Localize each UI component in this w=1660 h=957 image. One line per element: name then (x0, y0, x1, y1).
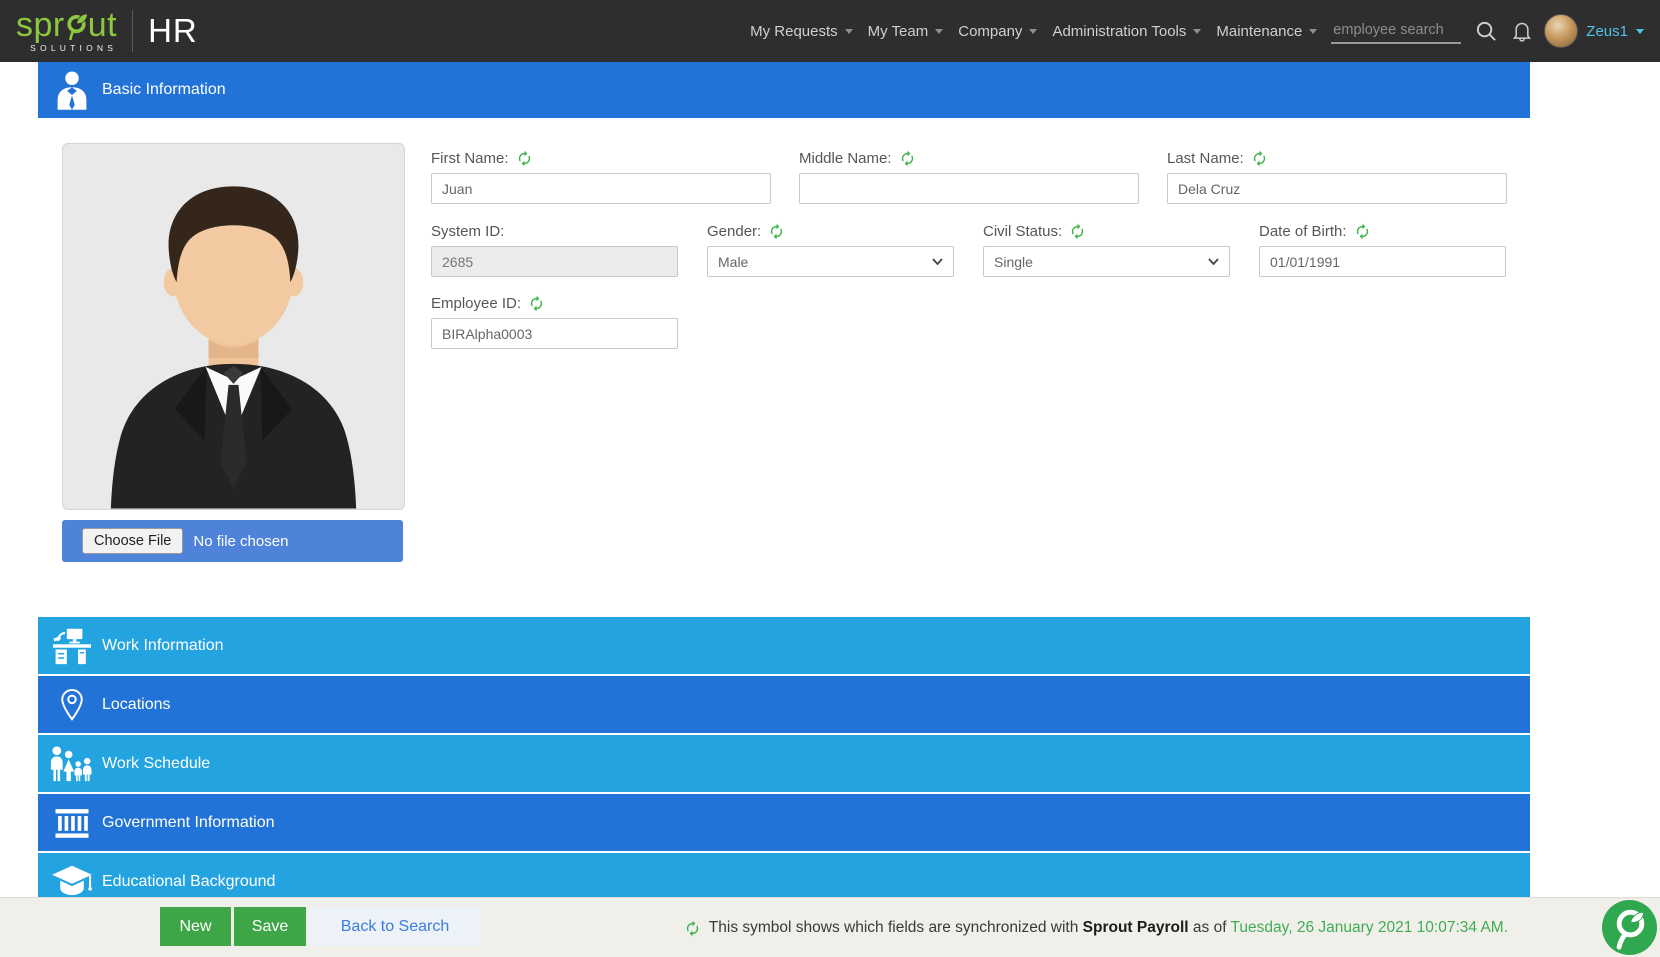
employee-photo (62, 143, 405, 510)
sync-icon (768, 223, 785, 240)
date-of-birth-label: Date of Birth: (1259, 223, 1347, 240)
chevron-down-icon (845, 29, 853, 34)
section-locations[interactable]: Locations (38, 676, 1530, 733)
sprout-logo: sprut SOLUTIONS (16, 9, 117, 53)
sync-icon (516, 150, 533, 167)
user-menu[interactable]: Zeus1 (1544, 14, 1644, 48)
section-work-schedule[interactable]: Work Schedule (38, 735, 1530, 792)
sprout-leaf-icon (65, 10, 88, 40)
sync-icon (899, 150, 916, 167)
gender-select[interactable]: Male (707, 246, 954, 277)
employee-id-input[interactable] (431, 318, 678, 349)
user-avatar (1544, 14, 1578, 48)
last-name-input[interactable] (1167, 173, 1507, 204)
nav-item-company[interactable]: Company (958, 23, 1037, 40)
chevron-down-icon (935, 29, 943, 34)
section-title: Work Schedule (102, 755, 210, 773)
back-to-search-link[interactable]: Back to Search (309, 907, 481, 946)
sync-note-date: Tuesday, 26 January 2021 10:07:34 AM. (1231, 919, 1508, 936)
product-name: HR (148, 12, 198, 50)
employee-id-field: Employee ID: (431, 293, 678, 349)
nav-menu: My Requests My Team Company Administrati… (750, 23, 1317, 40)
section-basic-information[interactable]: Basic Information (38, 62, 1530, 118)
family-icon (50, 745, 94, 783)
civil-status-label: Civil Status: (983, 223, 1062, 240)
search-icon[interactable] (1475, 20, 1498, 43)
footer-bar: New Save Back to Search This symbol show… (0, 897, 1660, 957)
new-button[interactable]: New (160, 907, 231, 946)
sprout-wordmark: sprut (16, 9, 117, 41)
map-pin-icon (50, 685, 94, 725)
save-button[interactable]: Save (234, 907, 306, 946)
employee-id-label: Employee ID: (431, 295, 521, 312)
chevron-down-icon (1309, 29, 1317, 34)
employee-search-input[interactable] (1331, 18, 1461, 44)
civil-status-field: Civil Status: Single (983, 221, 1230, 277)
system-id-label: System ID: (431, 223, 504, 240)
chevron-down-icon (1029, 29, 1037, 34)
last-name-label: Last Name: (1167, 150, 1244, 167)
chevron-down-icon (1636, 29, 1644, 34)
chevron-down-icon (1208, 258, 1219, 265)
sync-icon (684, 920, 701, 937)
bell-icon[interactable] (1512, 20, 1532, 42)
choose-file-button[interactable]: Choose File (82, 528, 183, 554)
sync-icon (528, 295, 545, 312)
date-of-birth-input[interactable] (1259, 246, 1506, 277)
employee-avatar-image (63, 144, 404, 509)
system-id-field: System ID: (431, 221, 678, 277)
sprout-hr-logo[interactable]: sprut SOLUTIONS HR (16, 9, 198, 53)
brand-text-end: ut (88, 9, 117, 41)
nav-item-administration-tools[interactable]: Administration Tools (1052, 23, 1201, 40)
sprout-chat-icon (1601, 899, 1658, 956)
person-tie-icon (50, 69, 94, 111)
top-navbar: sprut SOLUTIONS HR My Requests My Team C… (0, 0, 1660, 62)
section-title: Government Information (102, 814, 275, 832)
middle-name-input[interactable] (799, 173, 1139, 204)
middle-name-field: Middle Name: (799, 148, 1139, 204)
logo-divider (132, 10, 133, 52)
section-title: Educational Background (102, 873, 275, 891)
nav-item-my-team[interactable]: My Team (868, 23, 944, 40)
no-file-chosen-text: No file chosen (193, 533, 288, 550)
section-title: Work Information (102, 637, 224, 655)
payroll-sync-note: This symbol shows which fields are synch… (684, 898, 1508, 957)
desk-icon (50, 627, 94, 665)
sync-icon (1251, 150, 1268, 167)
gender-label: Gender: (707, 223, 761, 240)
chat-widget-button[interactable] (1601, 899, 1658, 956)
sync-icon (1354, 223, 1371, 240)
bank-icon (50, 805, 94, 841)
middle-name-label: Middle Name: (799, 150, 892, 167)
system-id-input (431, 246, 678, 277)
username: Zeus1 (1586, 23, 1628, 40)
graduation-cap-icon (50, 863, 94, 901)
last-name-field: Last Name: (1167, 148, 1507, 204)
chevron-down-icon (1193, 29, 1201, 34)
civil-status-select[interactable]: Single (983, 246, 1230, 277)
nav-item-my-requests[interactable]: My Requests (750, 23, 853, 40)
first-name-field: First Name: (431, 148, 771, 204)
sprout-hr-app: sprut SOLUTIONS HR My Requests My Team C… (0, 0, 1660, 957)
brand-text-start: spr (16, 9, 65, 41)
date-of-birth-field: Date of Birth: (1259, 221, 1506, 277)
sync-note-product: Sprout Payroll (1083, 919, 1189, 936)
photo-upload-bar: Choose File No file chosen (62, 520, 403, 562)
sync-note-prefix: This symbol shows which fields are synch… (709, 919, 1083, 936)
nav-item-maintenance[interactable]: Maintenance (1216, 23, 1317, 40)
gender-field: Gender: Male (707, 221, 954, 277)
brand-subtitle: SOLUTIONS (30, 43, 117, 53)
first-name-input[interactable] (431, 173, 771, 204)
section-title: Locations (102, 696, 171, 714)
first-name-label: First Name: (431, 150, 509, 167)
section-work-information[interactable]: Work Information (38, 617, 1530, 674)
navbar-right: My Requests My Team Company Administrati… (750, 14, 1644, 48)
sync-note-middle: as of (1189, 919, 1231, 936)
section-government-information[interactable]: Government Information (38, 794, 1530, 851)
sync-icon (1069, 223, 1086, 240)
chevron-down-icon (932, 258, 943, 265)
section-title: Basic Information (102, 81, 226, 99)
